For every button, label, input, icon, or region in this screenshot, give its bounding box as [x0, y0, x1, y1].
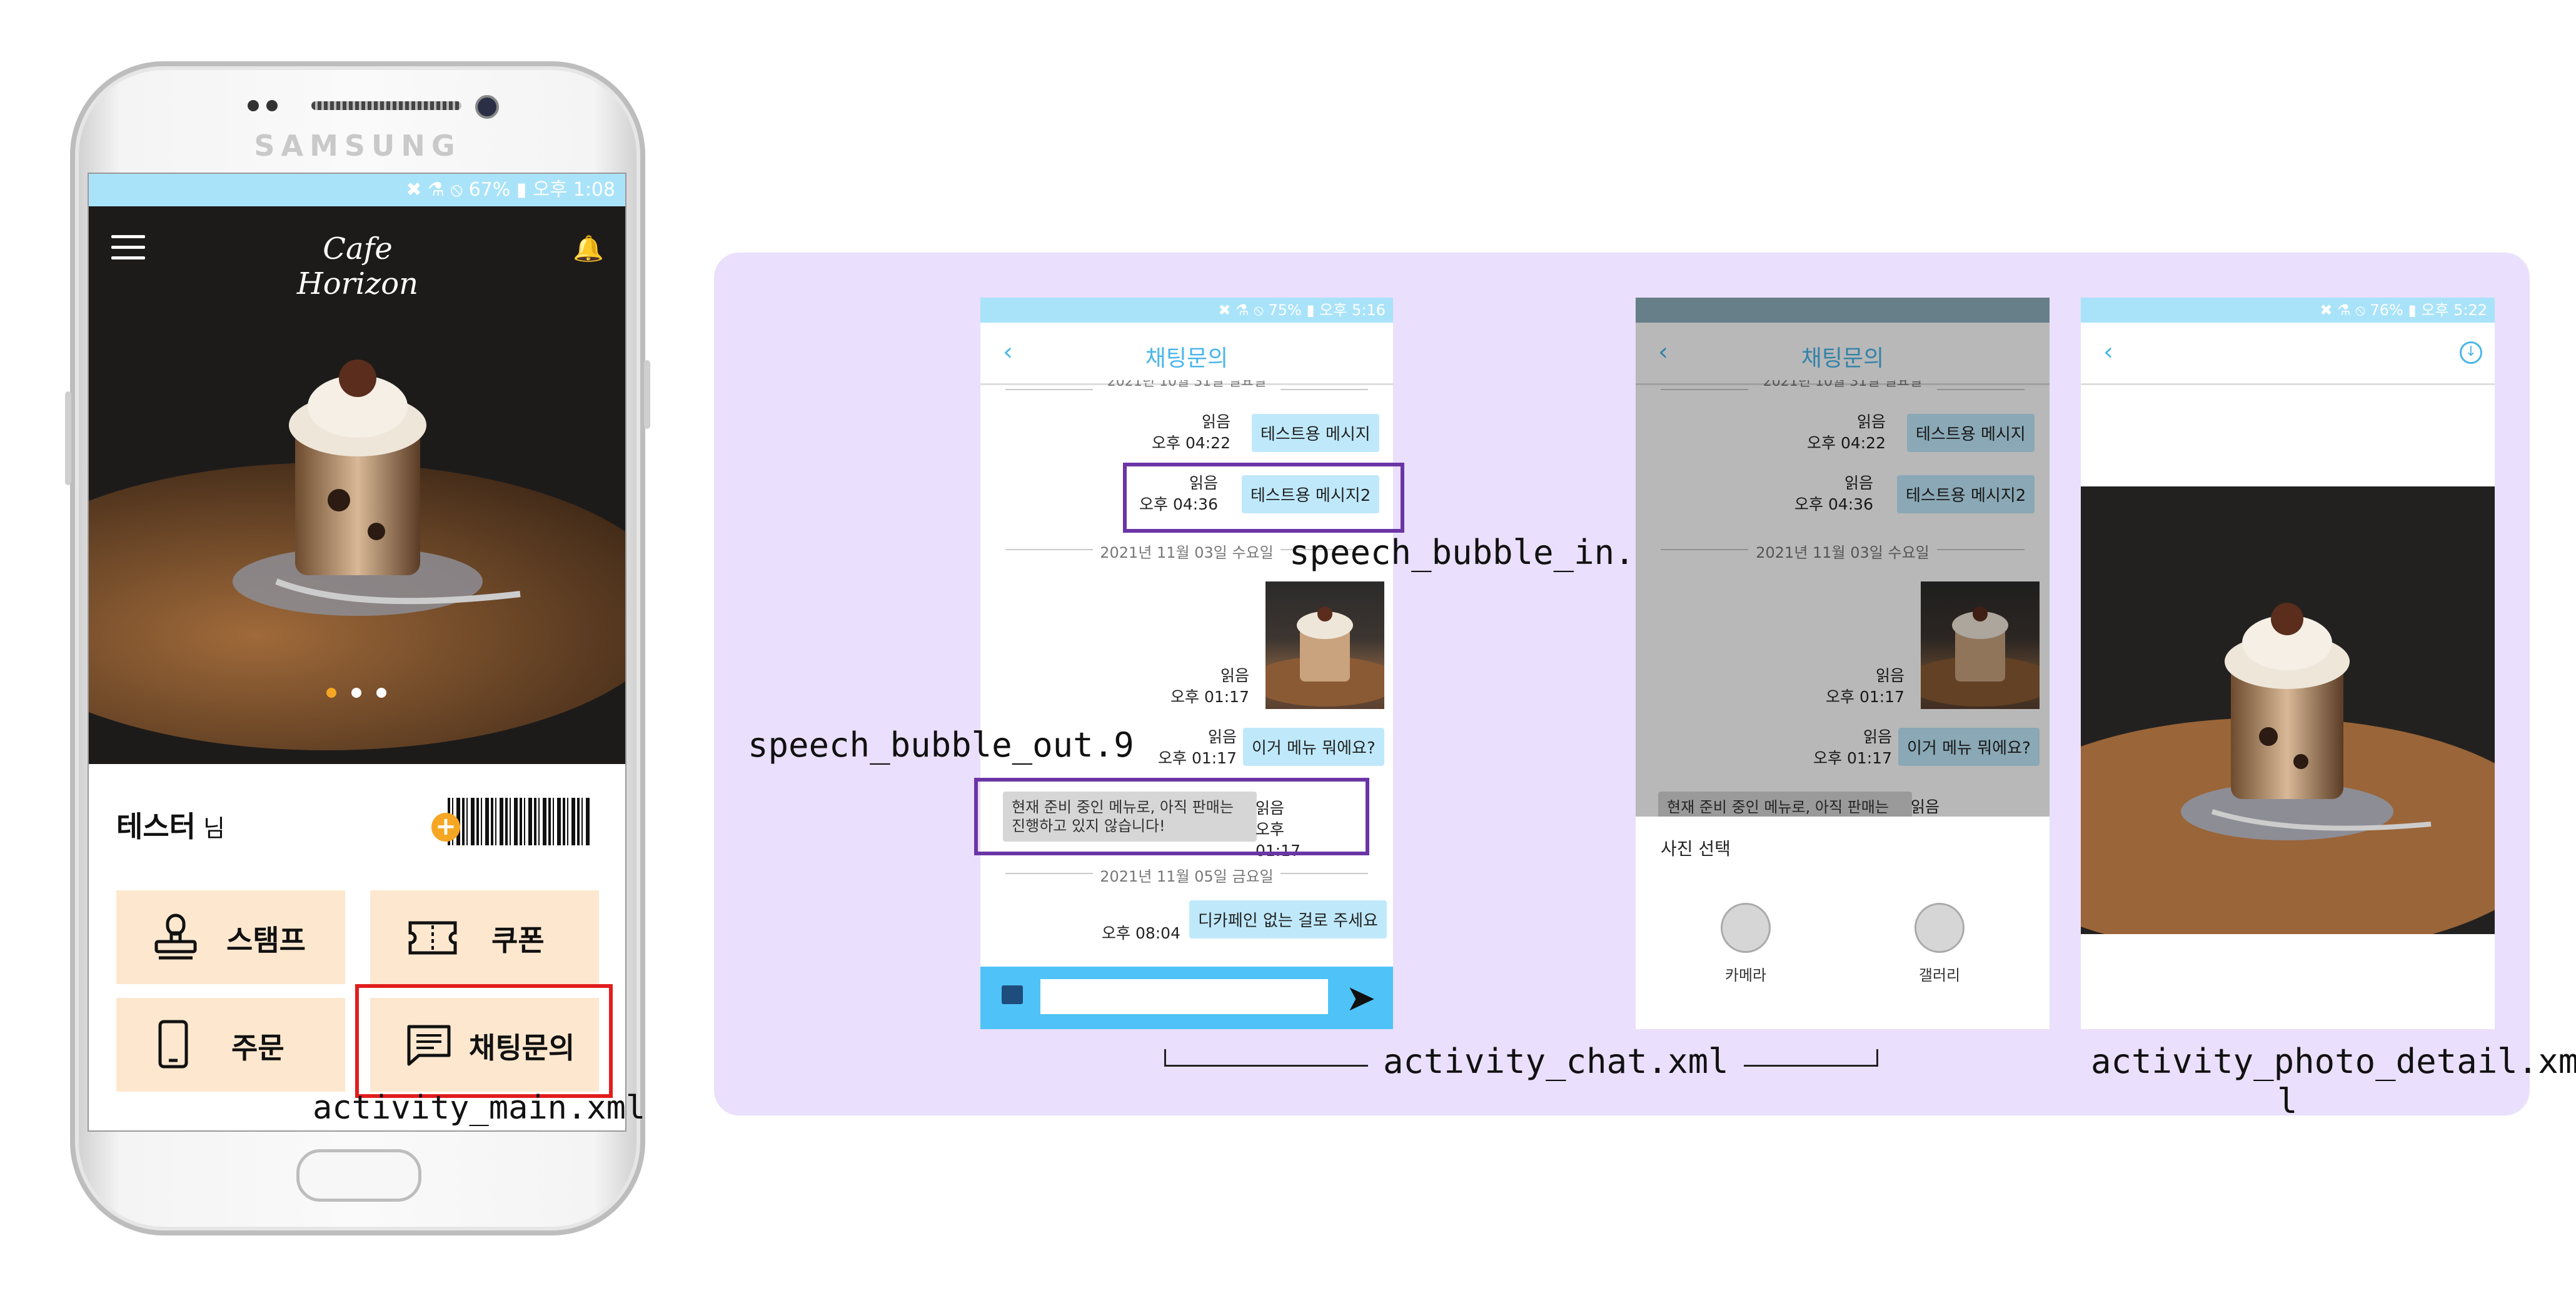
camera-icon	[1721, 903, 1771, 953]
phone-icon	[158, 1020, 188, 1069]
menu-order-label: 주문	[231, 1031, 284, 1065]
chat-header: ‹ 채팅문의	[980, 323, 1393, 385]
back-chevron-icon[interactable]: ‹	[2103, 338, 2113, 366]
read-receipt: 읽음	[1207, 728, 1237, 746]
photo-header: ‹ ↓	[2081, 323, 2495, 385]
status-text: ✖ ⚗ ⦸ 76% ▮ 오후 5:22	[2320, 301, 2487, 319]
modal-scrim[interactable]	[1636, 298, 2050, 817]
membership-barcode[interactable]	[448, 798, 591, 845]
menu-coupon-button[interactable]: 쿠폰	[370, 890, 599, 984]
gallery-icon	[1914, 903, 1965, 953]
user-suffix: 님	[203, 815, 225, 842]
message-input[interactable]	[1040, 979, 1328, 1014]
menu-stamp-label: 스탬프	[226, 923, 306, 957]
image-attach-icon[interactable]	[1002, 985, 1023, 1004]
bubble-out-label: speech_bubble_out.9	[748, 725, 1134, 765]
brand-logo: SAMSUNG	[254, 129, 461, 163]
user-name: 테스터	[116, 810, 196, 843]
read-receipt: 읽음	[1201, 413, 1230, 431]
activity-chat-caption: activity_chat.xml	[1368, 1042, 1744, 1081]
download-icon[interactable]: ↓	[2460, 341, 2482, 364]
message-time: 오후 04:22	[1152, 434, 1230, 452]
read-receipt: 읽음	[1220, 667, 1249, 685]
ticket-icon	[408, 921, 457, 955]
date-divider-text: 2021년 11월 03일 수요일	[1100, 544, 1274, 561]
send-icon[interactable]: ➤	[1346, 977, 1376, 1019]
message-time: 오후 01:17	[1158, 749, 1237, 767]
chat-button-highlight	[355, 984, 613, 1098]
carousel-dot[interactable]	[351, 688, 361, 698]
dessert-thumbnail	[1250, 606, 1393, 707]
chat-screen: ✖ ⚗ ⦸ 75% ▮ 오후 5:16 ‹ 채팅문의 2021년 10월 31일…	[980, 298, 1393, 1029]
photo-detail-screen: ✖ ⚗ ⦸ 76% ▮ 오후 5:22 ‹ ↓	[2081, 298, 2495, 1029]
dessert-photo	[2081, 486, 2495, 955]
message-meta: 읽음 오후 01:17	[1124, 727, 1237, 769]
status-text: ✖ ⚗ ⦸ 67% ▮ 오후 1:08	[406, 179, 615, 201]
gallery-option[interactable]: 갤러리	[1896, 903, 1983, 990]
carousel-indicator	[326, 688, 401, 703]
bubble-in-highlight	[1123, 463, 1404, 533]
sent-photo[interactable]	[1250, 581, 1393, 709]
message-meta: 읽음 오후 04:22	[1137, 411, 1230, 454]
power-button	[65, 391, 71, 485]
message-meta: 읽음 오후 01:17	[1137, 665, 1249, 708]
home-button[interactable]	[296, 1149, 421, 1202]
activity-photo-detail-caption: activity_photo_detail.xm	[2091, 1042, 2576, 1081]
bubble-out-highlight	[974, 778, 1369, 855]
status-text: ✖ ⚗ ⦸ 75% ▮ 오후 5:16	[1218, 301, 1386, 319]
chat-title: 채팅문의	[1145, 346, 1229, 371]
stamp-icon	[154, 913, 197, 960]
outgoing-message[interactable]: 이거 메뉴 뭐에요?	[1243, 728, 1384, 766]
full-photo[interactable]	[2081, 486, 2495, 955]
status-bar: ✖ ⚗ ⦸ 75% ▮ 오후 5:16	[980, 298, 1393, 323]
message-time: 오후 08:04	[1102, 924, 1180, 942]
top-app-bar: Cafe Horizon 🔔	[89, 206, 625, 301]
menu-coupon-label: 쿠폰	[491, 923, 545, 957]
sensor-icon	[248, 100, 259, 111]
camera-option[interactable]: 카메라	[1702, 903, 1789, 990]
outgoing-message[interactable]: 디카페인 없는 걸로 주세요	[1189, 900, 1387, 938]
notification-bell-icon[interactable]: 🔔	[573, 234, 604, 263]
menu-stamp-button[interactable]: 스탬프	[116, 890, 345, 984]
outgoing-message[interactable]: 테스트용 메시지	[1252, 414, 1379, 452]
volume-button	[644, 360, 650, 429]
carousel-dot-active[interactable]	[326, 688, 336, 698]
photo-picker-sheet: 사진 선택 카메라 갤러리	[1636, 817, 2050, 1029]
front-camera-icon	[475, 95, 499, 119]
date-divider: 2021년 11월 05일 금요일	[980, 864, 1393, 885]
sheet-title: 사진 선택	[1661, 838, 1731, 859]
carousel-dot[interactable]	[376, 688, 386, 698]
status-bar: ✖ ⚗ ⦸ 67% ▮ 오후 1:08	[89, 174, 625, 206]
sensor-icon	[266, 100, 278, 111]
date-divider-text: 2021년 11월 05일 금요일	[1100, 868, 1274, 885]
menu-order-button[interactable]: 주문	[116, 998, 345, 1092]
user-greeting: 테스터 님	[116, 804, 225, 845]
status-bar: ✖ ⚗ ⦸ 76% ▮ 오후 5:22	[2081, 298, 2495, 323]
photo-picker-screen: ‹ 채팅문의 2021년 10월 31일 일요일 읽음 오후 04:22 테스트…	[1636, 298, 2050, 1029]
add-stamp-icon[interactable]: +	[431, 813, 460, 842]
gallery-label: 갤러리	[1918, 967, 1961, 984]
speaker-grille	[311, 101, 461, 110]
bubble-in-label: speech_bubble_in.9	[1289, 533, 1656, 572]
date-divider-cut: 2021년 10월 31일 일요일	[980, 380, 1393, 390]
activity-main-caption: activity_main.xml	[313, 1089, 646, 1127]
menu-icon[interactable]	[111, 235, 145, 260]
date-divider-cut-text: 2021년 10월 31일 일요일	[1107, 380, 1267, 390]
message-composer: ➤	[980, 967, 1393, 1029]
app-logo: Cafe Horizon	[296, 231, 419, 301]
message-time: 오후 01:17	[1170, 688, 1249, 706]
camera-label: 카메라	[1724, 967, 1767, 984]
activity-photo-detail-caption-end: l	[2277, 1082, 2298, 1121]
